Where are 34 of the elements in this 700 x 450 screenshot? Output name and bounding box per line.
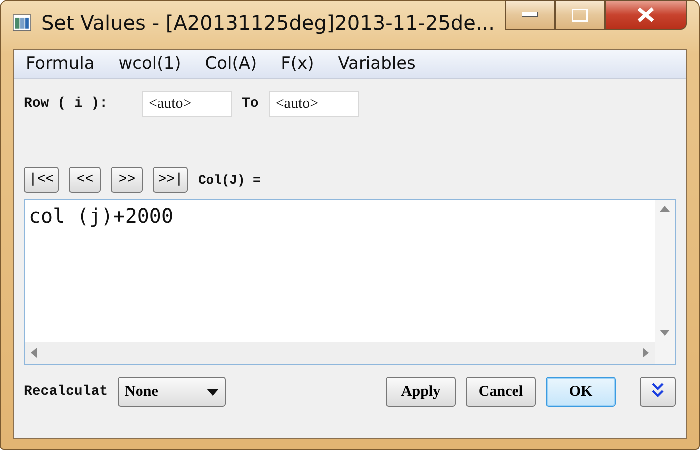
input-field[interactable]: <auto> xyxy=(268,91,359,117)
close-button[interactable] xyxy=(605,0,687,30)
menu-item[interactable]: F(x) xyxy=(281,54,314,74)
recalculate-dropdown[interactable]: None xyxy=(118,377,226,407)
caret-icon xyxy=(207,388,220,396)
column-label: Col(J) = xyxy=(198,172,261,188)
nav-button[interactable]: << xyxy=(69,167,102,193)
close-icon xyxy=(637,7,655,23)
dialog-button[interactable]: Cancel xyxy=(466,377,536,407)
maximize-button[interactable] xyxy=(555,0,605,30)
row-label: Row ( i ): xyxy=(24,96,108,112)
dialog-button[interactable]: Apply xyxy=(386,377,456,407)
minimize-button[interactable] xyxy=(505,0,555,30)
window-title: Set Values - [A20131125deg]2013-11-25de... xyxy=(41,11,495,35)
scroll-down-icon[interactable] xyxy=(660,330,670,336)
menu-item[interactable]: Formula xyxy=(26,54,95,74)
scroll-up-icon[interactable] xyxy=(660,206,670,212)
recalculate-label: Recalculat xyxy=(24,384,108,400)
menu-item[interactable]: Variables xyxy=(338,54,416,74)
app-icon xyxy=(13,13,32,33)
scroll-left-icon[interactable] xyxy=(31,348,37,358)
menu-item[interactable]: wcol(1) xyxy=(118,54,182,74)
dialog-button[interactable]: OK xyxy=(546,377,616,407)
nav-button[interactable]: >>| xyxy=(153,167,188,193)
input-field[interactable]: <auto> xyxy=(142,91,232,117)
menu-item[interactable]: Col(A) xyxy=(205,54,258,74)
minimize-icon xyxy=(522,12,538,18)
nav-button[interactable]: |<< xyxy=(24,167,60,193)
expand-button[interactable] xyxy=(640,377,676,407)
scroll-right-icon[interactable] xyxy=(643,348,649,358)
to-label: To xyxy=(242,96,259,112)
nav-button[interactable]: >> xyxy=(111,167,144,193)
maximize-icon xyxy=(572,8,588,22)
double-chevron-icon xyxy=(651,382,665,398)
